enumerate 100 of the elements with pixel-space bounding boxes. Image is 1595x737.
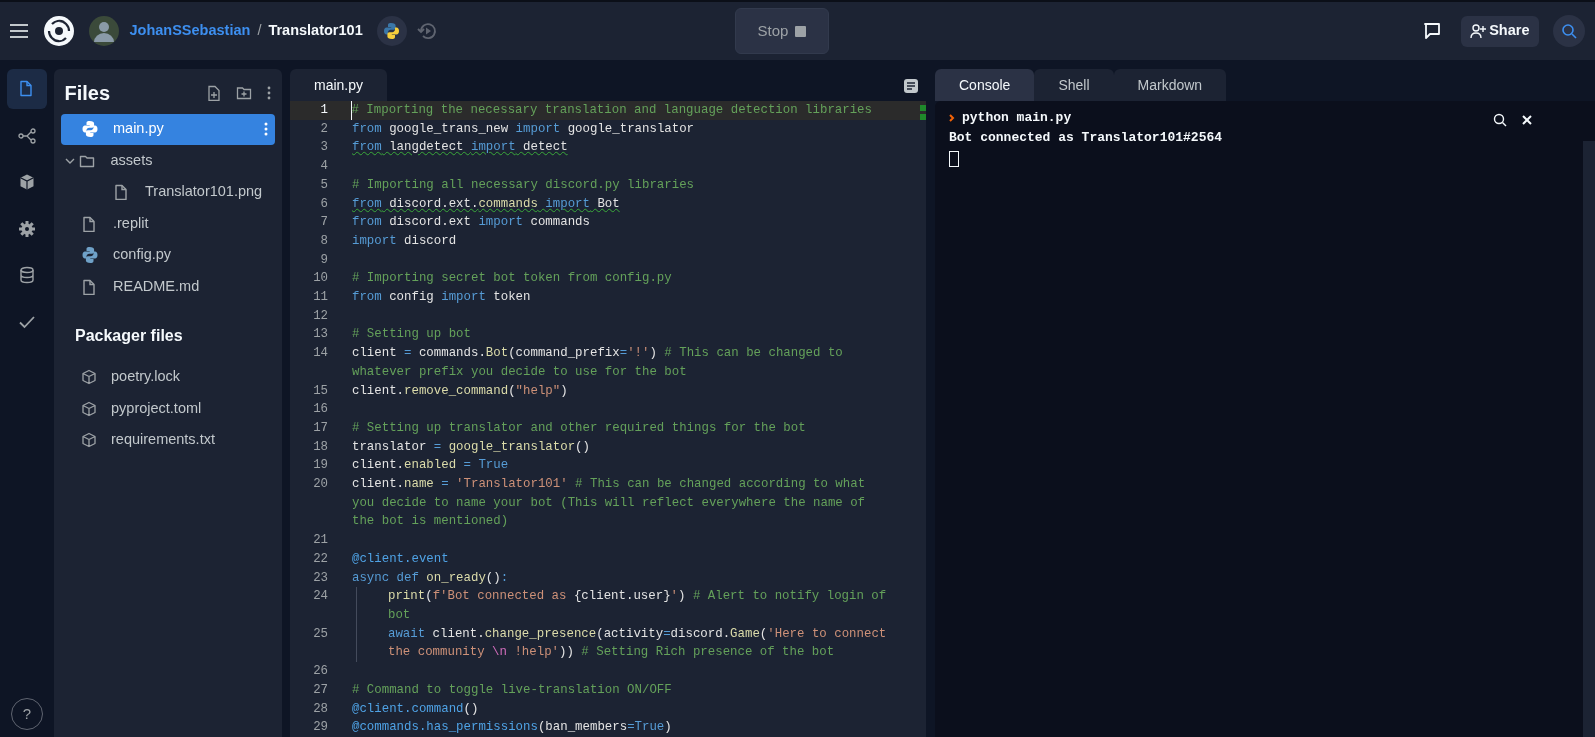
code-line: client.remove_command("help") <box>352 382 568 400</box>
line-number: 24 <box>312 588 328 606</box>
new-folder-icon <box>235 85 252 101</box>
line-number: 17 <box>312 419 328 437</box>
new-folder-button[interactable] <box>235 85 252 101</box>
code-line: # Importing all necessary discord.py libraries <box>352 176 695 194</box>
repl-name: Translator101 <box>268 21 363 41</box>
code-line: print(f'Bot connected as {client.user}') # Alert to notify login of <box>388 588 887 606</box>
panel-tab[interactable]: Markdown <box>1113 69 1227 101</box>
user-link[interactable]: JohanSSebastian <box>129 20 251 42</box>
prompt-icon <box>949 113 955 122</box>
file-tab[interactable]: main.py <box>290 69 388 101</box>
line-number: 15 <box>312 382 328 400</box>
new-file-icon <box>205 85 222 101</box>
file-item[interactable]: .replit <box>61 208 275 240</box>
code-line: client.enabled = True <box>352 457 509 475</box>
code-line: translator = google_translator() <box>352 438 590 456</box>
code-line: # Importing secret bot token from config.py <box>352 270 672 288</box>
file-item[interactable]: Translator101.png <box>61 176 275 208</box>
file-item[interactable]: main.py <box>61 113 275 145</box>
chat-button[interactable] <box>1422 22 1441 40</box>
code-line: the bot is mentioned) <box>352 513 509 531</box>
line-number: 29 <box>312 719 328 737</box>
line-number: 4 <box>319 158 328 176</box>
code-line: from langdetect import detect <box>352 139 568 157</box>
file-item[interactable]: poetry.lock <box>61 361 275 393</box>
line-number: 23 <box>312 569 328 587</box>
line-number: 18 <box>312 438 328 456</box>
format-button[interactable] <box>903 78 919 94</box>
line-number: 16 <box>312 401 328 419</box>
more-icon <box>265 85 272 101</box>
console-output: Bot connected as Translator101#2564 <box>949 128 1224 147</box>
avatar-icon <box>89 16 119 46</box>
search-icon <box>1560 23 1577 39</box>
chat-icon <box>1422 22 1441 40</box>
close-button[interactable] <box>1521 113 1533 127</box>
line-number: 10 <box>312 270 328 288</box>
text-cursor <box>949 150 959 167</box>
code-line: await client.change_presence(activity=discord.Game('Here to connect <box>388 625 887 643</box>
file-item[interactable]: requirements.txt <box>61 424 275 456</box>
cube-icon <box>81 369 97 386</box>
line-number: 25 <box>312 625 328 643</box>
code-line: bot <box>388 607 411 624</box>
line-number: 2 <box>319 120 328 138</box>
python-icon <box>81 120 99 139</box>
code-line: from discord.ext import commands <box>352 214 590 232</box>
line-number: 28 <box>312 700 328 718</box>
search-button[interactable] <box>1493 113 1507 127</box>
cube-icon <box>81 400 97 417</box>
nodes-icon <box>18 126 36 145</box>
console-command: python main.py <box>962 109 1072 127</box>
line-number: 14 <box>312 345 328 363</box>
new-file-button[interactable] <box>205 85 222 101</box>
code-line: @client.command() <box>352 700 479 718</box>
line-number: 21 <box>312 532 328 550</box>
line-number: 27 <box>312 681 328 699</box>
line-number: 13 <box>312 326 328 344</box>
code-line: from google_trans_new import google_translator <box>352 120 695 138</box>
file-item[interactable]: assets <box>61 145 275 177</box>
panel-title: Files <box>64 81 111 106</box>
line-number: 22 <box>312 550 328 568</box>
line-number: 1 <box>319 102 328 119</box>
cube-icon <box>81 432 97 449</box>
code-line: # Setting up bot <box>352 326 471 344</box>
code-line: async def on_ready(): <box>352 569 509 587</box>
file-item[interactable]: README.md <box>61 271 275 303</box>
code-line: @client.event <box>352 550 449 568</box>
code-line: # Command to toggle live-translation ON/OFF <box>352 681 672 699</box>
more-button[interactable] <box>265 85 272 101</box>
code-line: @commands.has_permissions(ban_members=True) <box>352 719 672 737</box>
python-icon <box>81 246 99 265</box>
file-item[interactable]: config.py <box>61 239 275 271</box>
file-icon <box>113 184 129 201</box>
logo-icon <box>43 15 75 47</box>
line-number: 3 <box>319 139 328 157</box>
sidebar-tab[interactable] <box>7 69 47 109</box>
file-item[interactable]: pyproject.toml <box>61 393 275 425</box>
menu-button[interactable] <box>9 23 29 39</box>
path-separator: / <box>257 21 262 41</box>
change-marker <box>920 105 926 111</box>
panel-tab[interactable]: Console <box>935 69 1035 101</box>
line-number: 20 <box>312 476 328 494</box>
panel-tab[interactable]: Shell <box>1034 69 1114 101</box>
change-marker <box>920 114 926 120</box>
database-icon <box>18 266 36 284</box>
line-number: 7 <box>319 214 328 232</box>
add-person-icon <box>1469 23 1486 39</box>
line-number: 5 <box>319 176 328 194</box>
lines-icon <box>903 78 919 94</box>
cube-icon <box>18 173 36 191</box>
settings-icon <box>18 219 36 238</box>
line-number: 9 <box>319 251 328 269</box>
menu-icon <box>9 23 29 39</box>
code-line: from discord.ext.commands import Bot <box>352 195 620 213</box>
code-line: the community \n !help')) # Setting Rich presence of the bot <box>388 644 835 662</box>
share-button[interactable]: Share <box>1460 15 1539 47</box>
code-line: client.name = 'Translator101' # This can be changed according to what <box>352 476 866 494</box>
line-number: 6 <box>319 195 328 213</box>
line-number: 8 <box>319 232 328 250</box>
stop-button[interactable]: Stop <box>735 8 829 54</box>
